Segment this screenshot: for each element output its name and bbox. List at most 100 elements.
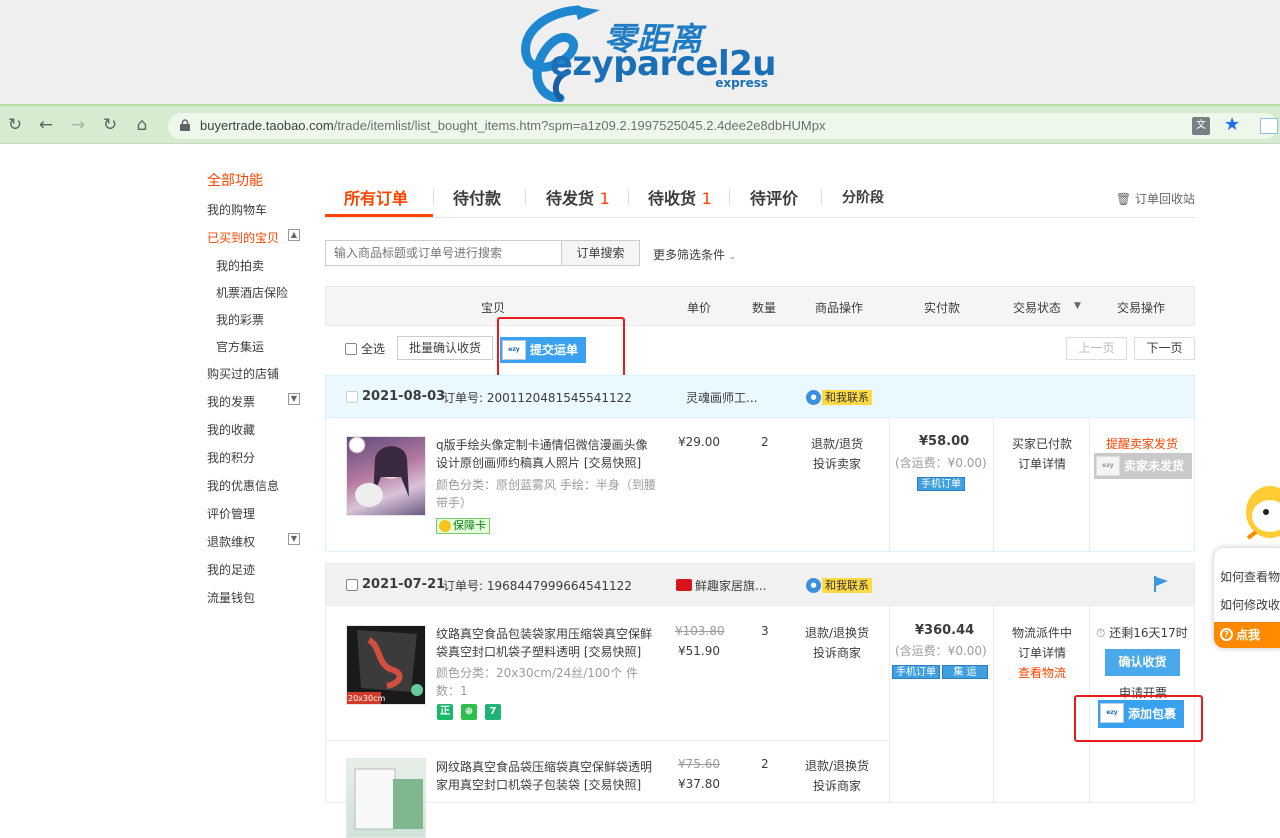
column-header-status[interactable]: 交易状态 xyxy=(1013,299,1061,316)
tab-pending-payment[interactable]: 待付款 xyxy=(453,185,501,209)
tmall-icon xyxy=(676,579,692,591)
tab-label: 待收货 xyxy=(648,189,697,208)
order-header: 2021-08-03 订单号: 2001120481545541122 灵魂画师… xyxy=(326,376,1194,418)
mobile-order-tag: 手机订单 xyxy=(892,665,940,679)
flag-icon[interactable] xyxy=(1154,576,1168,592)
tab-pending-review[interactable]: 待评价 xyxy=(750,185,798,209)
help-button[interactable]: ? 点我 xyxy=(1214,622,1280,648)
sidebar-item-refunds[interactable]: 退款维权 xyxy=(207,533,255,550)
home-icon[interactable]: ⌂ xyxy=(131,114,153,136)
product-attributes: 颜色分类：20x30cm/24丝/100个 件数：1 xyxy=(436,666,639,698)
all-functions-heading: 全部功能 xyxy=(207,173,263,189)
sidebar-item-consolidation[interactable]: 官方集运 xyxy=(216,338,264,355)
active-tab-indicator xyxy=(325,214,433,217)
reload-icon[interactable]: ↻ xyxy=(4,114,26,136)
address-bar[interactable]: buyertrade.taobao.com/trade/itemlist/lis… xyxy=(168,113,1278,139)
product-title[interactable]: 纹路真空食品包装袋家用压缩袋真空保鲜袋真空封口机袋子塑料透明 [交易快照] xyxy=(436,625,656,661)
guarantee-card-badge[interactable]: 保障卡 xyxy=(436,518,490,534)
status-filter-caret-icon[interactable]: ▼ xyxy=(1074,301,1081,311)
refund-link[interactable]: 退款/退货 xyxy=(811,435,863,452)
batch-confirm-button[interactable]: 批量确认收货 xyxy=(397,336,493,360)
contact-seller-button[interactable]: ● 和我联系 xyxy=(806,577,872,593)
product-title[interactable]: 网纹路真空食品袋压缩袋真空保鲜袋透明家用真空封口机袋子包装袋 [交易快照] xyxy=(436,758,656,794)
remaining-time-text: 还剩16天17时 xyxy=(1109,626,1188,640)
order-header: 2021-07-21 订单号: 1968447999664541122 鲜趣家居… xyxy=(326,564,1194,606)
sidebar-item-data-wallet[interactable]: 流量钱包 xyxy=(207,589,255,606)
prev-page-button[interactable]: 上一页 xyxy=(1066,337,1127,360)
tab-installments[interactable]: 分阶段 xyxy=(842,187,884,207)
reload-icon[interactable]: ↻ xyxy=(99,114,121,136)
complain-seller-link[interactable]: 投诉卖家 xyxy=(813,455,861,472)
browser-toolbar: ↻ ← → ↻ ⌂ buyertrade.taobao.com/trade/it… xyxy=(0,104,1280,144)
product-thumbnail[interactable] xyxy=(346,625,426,705)
sidebar-item-cart[interactable]: 我的购物车 xyxy=(207,201,267,218)
extension-icon[interactable] xyxy=(1260,118,1278,134)
sidebar-item-shops[interactable]: 购买过的店铺 xyxy=(207,365,279,382)
guarantee-icon[interactable]: ⊕ xyxy=(461,704,477,720)
column-divider xyxy=(993,418,994,551)
product-title[interactable]: q版手绘头像定制卡通情侣微信漫画头像设计原创画师约稿真人照片 [交易快照] xyxy=(436,436,656,472)
order-details-link[interactable]: 订单详情 xyxy=(1018,644,1066,661)
refund-link[interactable]: 退款/退换货 xyxy=(805,757,869,774)
select-all-checkbox[interactable] xyxy=(345,342,357,355)
order-checkbox[interactable] xyxy=(346,578,358,591)
order-search-button[interactable]: 订单搜索 xyxy=(561,240,640,266)
quantity: 2 xyxy=(761,757,769,771)
forward-icon[interactable]: → xyxy=(67,114,89,136)
remind-seller-link[interactable]: 提醒卖家发货 xyxy=(1106,435,1178,452)
column-header-paid: 实付款 xyxy=(924,301,961,315)
order-details-link[interactable]: 订单详情 xyxy=(1018,455,1066,472)
recycle-bin-link[interactable]: 🗑 订单回收站 xyxy=(1116,190,1195,207)
expand-icon[interactable]: ▼ xyxy=(288,393,300,405)
collapse-icon[interactable]: ▲ xyxy=(288,229,300,241)
consolidation-tag: 集 运 xyxy=(942,665,988,679)
refund-link[interactable]: 退款/退换货 xyxy=(805,624,869,641)
tab-divider xyxy=(628,189,629,205)
original-price: ¥103.80 xyxy=(675,624,725,638)
sidebar-item-favorites[interactable]: 我的收藏 xyxy=(207,421,255,438)
order-search-input[interactable] xyxy=(325,240,562,266)
select-all[interactable]: 全选 xyxy=(345,340,385,357)
back-icon[interactable]: ← xyxy=(35,114,57,136)
more-filters-link[interactable]: 更多筛选条件 ⌄ xyxy=(653,246,736,263)
column-header-quantity: 数量 xyxy=(752,301,777,315)
confirm-receipt-button[interactable]: 确认收货 xyxy=(1105,649,1180,676)
order-checkbox[interactable] xyxy=(346,390,358,403)
sidebar-item-invoice[interactable]: 我的发票 xyxy=(207,393,255,410)
assistant-mascot-icon[interactable] xyxy=(1240,478,1280,542)
translate-icon[interactable]: 文 xyxy=(1192,117,1210,135)
complain-seller-link[interactable]: 投诉商家 xyxy=(813,644,861,661)
sidebar-item-footprints[interactable]: 我的足迹 xyxy=(207,561,255,578)
help-question-2[interactable]: 如何修改收 xyxy=(1220,596,1280,613)
shop-name[interactable]: 鲜趣家居旗... xyxy=(676,577,766,594)
tab-pending-shipment[interactable]: 待发货 1 xyxy=(546,185,610,209)
next-page-button[interactable]: 下一页 xyxy=(1134,337,1195,360)
sidebar-item-auction[interactable]: 我的拍卖 xyxy=(216,257,264,274)
expand-icon[interactable]: ▼ xyxy=(288,533,300,545)
column-header-item: 宝贝 xyxy=(481,301,506,315)
contact-seller-button[interactable]: ● 和我联系 xyxy=(806,389,872,405)
product-thumbnail[interactable] xyxy=(346,758,426,838)
select-all-label: 全选 xyxy=(361,342,386,356)
shop-name[interactable]: 灵魂画师工... xyxy=(686,389,757,406)
order-number: 订单号: 1968447999664541122 xyxy=(443,579,632,593)
tab-pending-receipt[interactable]: 待收货 1 xyxy=(648,185,712,209)
sidebar-item-points[interactable]: 我的积分 xyxy=(207,449,255,466)
column-header-item-ops: 商品操作 xyxy=(815,301,864,315)
column-divider xyxy=(1089,418,1090,551)
bookmark-star-icon[interactable]: ★ xyxy=(1224,114,1240,135)
complain-seller-link[interactable]: 投诉商家 xyxy=(813,777,861,794)
authentic-icon[interactable]: 正 xyxy=(437,704,453,720)
sidebar-item-bought[interactable]: 已买到的宝贝 xyxy=(207,229,279,246)
view-logistics-link[interactable]: 查看物流 xyxy=(1018,664,1066,681)
product-thumbnail[interactable] xyxy=(346,436,426,516)
sidebar-item-coupons[interactable]: 我的优惠信息 xyxy=(207,477,279,494)
bag-photo-icon xyxy=(354,768,423,830)
sidebar-item-reviews[interactable]: 评价管理 xyxy=(207,505,255,522)
tab-all-orders[interactable]: 所有订单 xyxy=(344,185,408,209)
seven-day-return-icon[interactable]: 7 xyxy=(485,704,501,720)
question-icon: ? xyxy=(1220,628,1233,641)
help-question-1[interactable]: 如何查看物 xyxy=(1220,568,1280,585)
sidebar-item-lottery[interactable]: 我的彩票 xyxy=(216,311,264,328)
sidebar-item-travel[interactable]: 机票酒店保险 xyxy=(216,284,288,301)
